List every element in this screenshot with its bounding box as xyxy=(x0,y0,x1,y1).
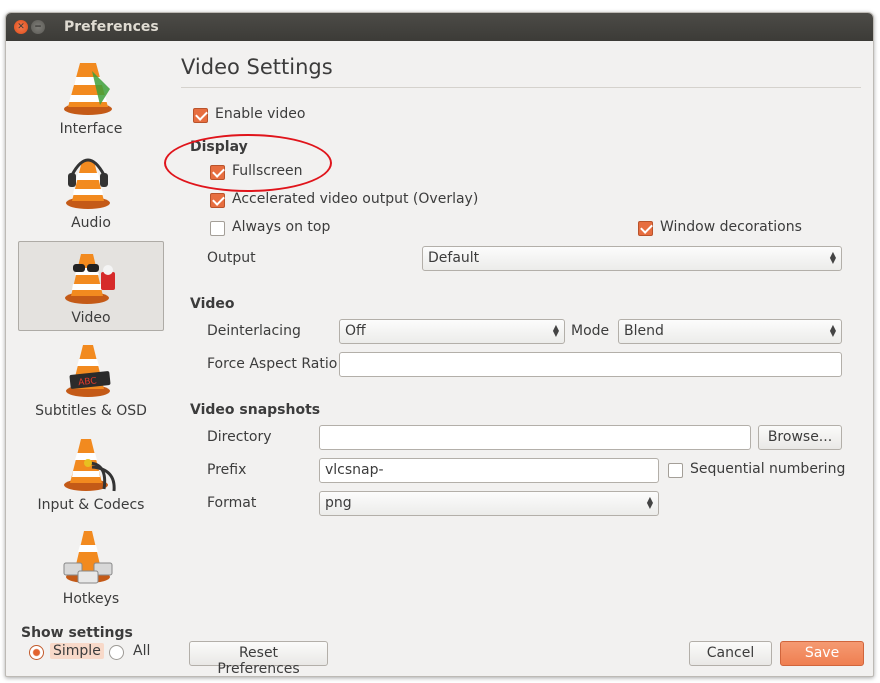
all-radio-label[interactable]: All xyxy=(130,643,153,659)
overlay-label[interactable]: Accelerated video output (Overlay) xyxy=(232,191,478,207)
directory-label: Directory xyxy=(207,429,272,445)
mode-label: Mode xyxy=(571,323,610,339)
vlc-cone-cables-icon xyxy=(64,439,116,492)
sequential-numbering-label[interactable]: Sequential numbering xyxy=(690,461,845,477)
reset-preferences-button[interactable]: Reset Preferences xyxy=(189,641,328,676)
vlc-cone-headphones-icon xyxy=(66,158,110,209)
simple-radio[interactable] xyxy=(29,645,44,660)
browse-button[interactable]: Browse... xyxy=(758,425,842,450)
title-divider xyxy=(181,87,861,88)
vlc-cone-subtitles-icon: ABC xyxy=(66,345,111,397)
highlight-annotation xyxy=(164,134,332,192)
spin-arrows-icon: ▲ ▼ xyxy=(646,495,653,510)
sidebar-item-label: Video xyxy=(71,310,111,326)
deinterlacing-label: Deinterlacing xyxy=(207,323,301,339)
sidebar-item-input-codecs[interactable]: Input & Codecs xyxy=(18,429,164,519)
window-decorations-label[interactable]: Window decorations xyxy=(660,219,802,235)
video-heading: Video xyxy=(190,296,235,312)
sidebar-item-label: Hotkeys xyxy=(62,591,120,607)
prefix-input[interactable]: vlcsnap- xyxy=(319,458,659,483)
format-select[interactable]: png ▲ ▼ xyxy=(319,491,659,516)
video-snapshots-heading: Video snapshots xyxy=(190,402,321,418)
mode-select-value: Blend xyxy=(624,323,664,339)
output-select-value: Default xyxy=(428,250,480,266)
sidebar-item-audio[interactable]: Audio xyxy=(18,147,164,237)
always-on-top-label[interactable]: Always on top xyxy=(232,219,330,235)
all-radio[interactable] xyxy=(109,645,124,660)
prefix-label: Prefix xyxy=(207,462,247,478)
svg-text:ABC: ABC xyxy=(78,376,97,388)
force-aspect-ratio-input[interactable] xyxy=(339,352,842,377)
spin-arrows-icon: ▲ ▼ xyxy=(829,323,836,338)
deinterlacing-select[interactable]: Off ▲ ▼ xyxy=(339,319,565,344)
window-title: Preferences xyxy=(64,19,159,35)
sidebar-item-label: Input & Codecs xyxy=(37,497,145,513)
window-decorations-checkbox[interactable] xyxy=(638,221,653,236)
sidebar-item-label: Audio xyxy=(71,215,111,231)
spin-arrows-icon: ▲ ▼ xyxy=(552,323,559,338)
spin-arrows-icon: ▲ ▼ xyxy=(829,250,836,265)
sidebar-item-label: Interface xyxy=(59,121,123,137)
format-select-value: png xyxy=(325,495,352,511)
enable-video-label[interactable]: Enable video xyxy=(215,106,305,122)
preferences-window: ✕ − Preferences Interface Audio Video AB… xyxy=(5,12,874,677)
save-button[interactable]: Save xyxy=(780,641,864,666)
always-on-top-checkbox[interactable] xyxy=(210,221,225,236)
vlc-cone-keyboard-icon xyxy=(63,531,113,584)
vlc-cone-glasses-icon xyxy=(65,254,115,304)
vlc-cone-interface-icon xyxy=(64,63,112,115)
mode-select[interactable]: Blend ▲ ▼ xyxy=(618,319,842,344)
minimize-icon[interactable]: − xyxy=(31,20,45,34)
close-icon[interactable]: ✕ xyxy=(14,20,28,34)
sidebar-item-interface[interactable]: Interface xyxy=(18,53,164,143)
sequential-numbering-checkbox[interactable] xyxy=(668,463,683,478)
deinterlacing-select-value: Off xyxy=(345,323,366,339)
overlay-checkbox[interactable] xyxy=(210,193,225,208)
directory-input[interactable] xyxy=(319,425,751,450)
sidebar-item-video[interactable]: Video xyxy=(18,241,164,331)
show-settings-label: Show settings xyxy=(21,625,133,641)
cancel-button[interactable]: Cancel xyxy=(689,641,772,666)
sidebar-item-subtitles[interactable]: ABC Subtitles & OSD xyxy=(18,335,164,425)
page-title: Video Settings xyxy=(181,55,333,79)
format-label: Format xyxy=(207,495,257,511)
output-label: Output xyxy=(207,250,256,266)
enable-video-checkbox[interactable] xyxy=(193,108,208,123)
title-bar: ✕ − Preferences xyxy=(6,13,873,41)
simple-radio-label[interactable]: Simple xyxy=(50,643,104,659)
sidebar-item-hotkeys[interactable]: Hotkeys xyxy=(18,523,164,613)
force-aspect-ratio-label: Force Aspect Ratio xyxy=(207,356,338,372)
output-select[interactable]: Default ▲ ▼ xyxy=(422,246,842,271)
sidebar-item-label: Subtitles & OSD xyxy=(35,403,147,419)
